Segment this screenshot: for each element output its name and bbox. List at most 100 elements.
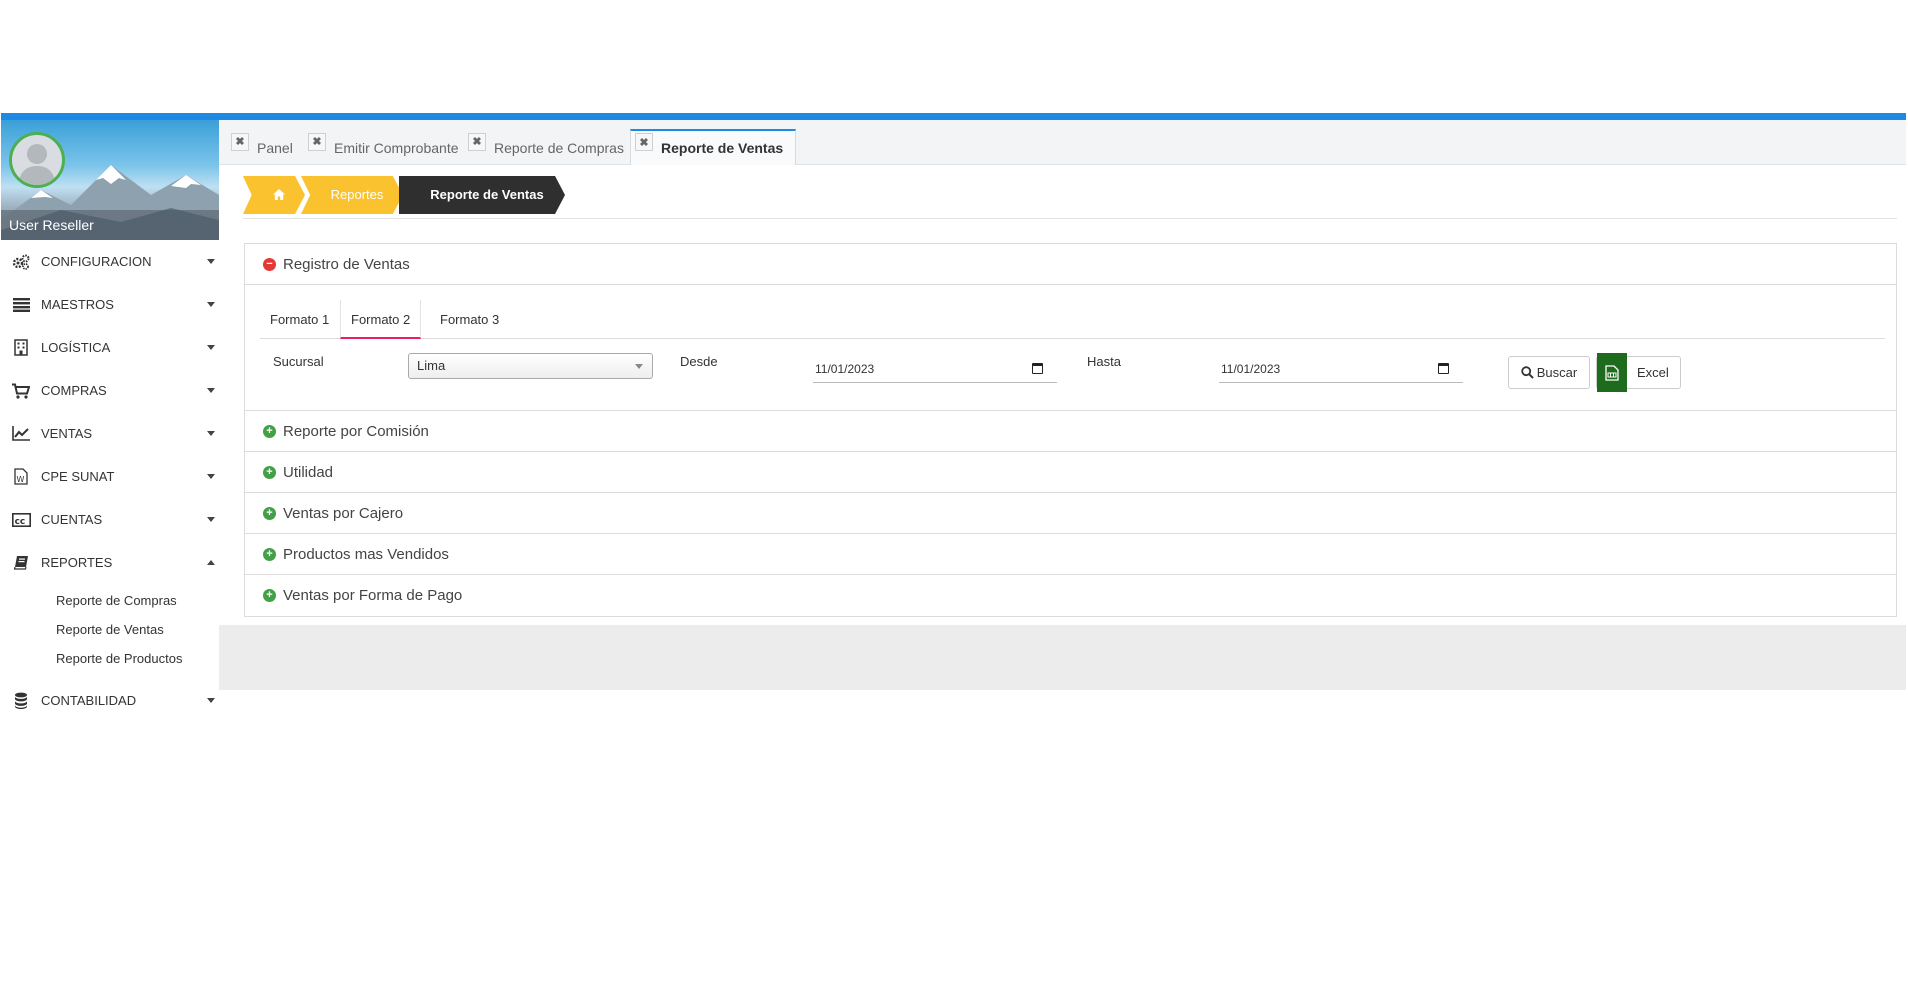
sidebar-item-ventas[interactable]: VENTAS (1, 412, 219, 455)
accordion-title: Ventas por Cajero (283, 504, 404, 522)
tab-formato-3[interactable]: Formato 3 (430, 300, 509, 339)
sidebar-menu: CONFIGURACION MAESTROS LOGÍSTICA COMPRAS… (1, 240, 219, 584)
close-icon[interactable]: ✖ (635, 133, 653, 151)
sidebar-item-contabilidad[interactable]: CONTABILIDAD (1, 679, 219, 722)
breadcrumb-current: Reporte de Ventas (399, 176, 565, 214)
home-icon (273, 189, 285, 200)
chevron-down-icon (207, 474, 215, 479)
desde-date-input[interactable]: 11/01/2023 (813, 355, 1057, 383)
accordion-title: Utilidad (283, 463, 334, 481)
buscar-button[interactable]: Buscar (1508, 356, 1590, 389)
report-accordion: − Registro de Ventas Formato 1 Formato 2… (244, 243, 1897, 617)
bars-icon (11, 296, 31, 314)
breadcrumb-reportes[interactable]: Reportes (301, 176, 403, 214)
chevron-down-icon (207, 345, 215, 350)
content-panel: Reportes Reporte de Ventas − Registro de… (219, 165, 1906, 625)
close-icon[interactable]: ✖ (231, 132, 249, 151)
user-silhouette-icon (18, 144, 56, 185)
buscar-label: Buscar (1536, 365, 1578, 380)
accordion-header-reporte-comision[interactable]: + Reporte por Comisión (245, 411, 1896, 452)
sidebar-item-cpe-sunat[interactable]: W CPE SUNAT (1, 455, 219, 498)
chevron-down-icon (635, 364, 643, 369)
cart-icon (11, 382, 31, 400)
chevron-down-icon (207, 302, 215, 307)
sidebar-item-label: VENTAS (41, 426, 93, 441)
svg-text:W: W (17, 475, 25, 484)
sucursal-selected-value: Lima (417, 358, 446, 373)
submenu-item-reporte-compras[interactable]: Reporte de Compras (1, 586, 219, 615)
cc-icon: cc (11, 511, 31, 529)
chevron-down-icon (207, 698, 215, 703)
sidebar-item-logistica[interactable]: LOGÍSTICA (1, 326, 219, 369)
sidebar-item-maestros[interactable]: MAESTROS (1, 283, 219, 326)
sidebar-item-label: CUENTAS (41, 512, 103, 527)
submenu-item-reporte-productos[interactable]: Reporte de Productos (1, 644, 219, 673)
profile-header: User Reseller (1, 120, 219, 240)
accordion-header-productos-vendidos[interactable]: + Productos mas Vendidos (245, 534, 1896, 575)
accordion-header-registro-ventas[interactable]: − Registro de Ventas (245, 244, 1896, 285)
accordion-header-forma-pago[interactable]: + Ventas por Forma de Pago (245, 575, 1896, 616)
tab-label: Emitir Comprobante (334, 139, 459, 156)
tab-formato-2[interactable]: Formato 2 (340, 300, 422, 339)
desde-label: Desde (680, 354, 718, 369)
excel-file-icon (1597, 353, 1627, 392)
database-icon (11, 692, 31, 710)
tab-panel[interactable]: ✖ Panel (231, 130, 293, 165)
sidebar-menu-bottom: CONTABILIDAD (1, 679, 219, 722)
tab-formato-1[interactable]: Formato 1 (260, 300, 339, 339)
close-icon[interactable]: ✖ (308, 132, 326, 151)
line-chart-icon (11, 425, 31, 443)
tab-emitir-comprobante[interactable]: ✖ Emitir Comprobante (308, 130, 459, 165)
sidebar-item-label: REPORTES (41, 555, 113, 570)
chevron-down-icon (207, 388, 215, 393)
registro-ventas-body: Formato 1 Formato 2 Formato 3 Sucursal L… (245, 285, 1896, 411)
plus-circle-icon: + (263, 589, 276, 602)
chevron-down-icon (207, 431, 215, 436)
sidebar-item-compras[interactable]: COMPRAS (1, 369, 219, 412)
sidebar-item-label: CPE SUNAT (41, 469, 115, 484)
excel-button[interactable]: Excel (1596, 353, 1681, 392)
reportes-submenu: Reporte de Compras Reporte de Ventas Rep… (1, 584, 219, 679)
sidebar-item-configuracion[interactable]: CONFIGURACION (1, 240, 219, 283)
sucursal-select[interactable]: Lima (408, 353, 653, 379)
divider (243, 218, 1897, 219)
calendar-icon[interactable] (1438, 363, 1449, 374)
search-icon (1521, 366, 1534, 379)
accordion-header-utilidad[interactable]: + Utilidad (245, 452, 1896, 493)
top-accent-bar (1, 113, 1906, 120)
format-tabs: Formato 1 Formato 2 Formato 3 (260, 300, 1885, 339)
accordion-title: Productos mas Vendidos (283, 545, 449, 563)
accordion-header-ventas-cajero[interactable]: + Ventas por Cajero (245, 493, 1896, 534)
hasta-label: Hasta (1087, 354, 1121, 369)
sidebar-item-label: MAESTROS (41, 297, 114, 312)
plus-circle-icon: + (263, 465, 276, 479)
minus-circle-icon: − (263, 257, 276, 271)
accordion-title: Reporte por Comisión (283, 422, 429, 440)
tabs-bar: ✖ Panel ✖ Emitir Comprobante ✖ Reporte d… (219, 120, 1906, 165)
chevron-down-icon (207, 259, 215, 264)
tab-label: Reporte de Compras (494, 139, 624, 156)
submenu-item-reporte-ventas[interactable]: Reporte de Ventas (1, 615, 219, 644)
chevron-up-icon (207, 560, 215, 565)
tab-reporte-compras[interactable]: ✖ Reporte de Compras (468, 130, 624, 165)
tab-label: Reporte de Ventas (661, 140, 784, 156)
tab-reporte-ventas[interactable]: ✖ Reporte de Ventas (630, 129, 797, 165)
calendar-icon[interactable] (1032, 363, 1043, 374)
sidebar-item-label: LOGÍSTICA (41, 340, 111, 355)
excel-label: Excel (1637, 365, 1669, 380)
svg-text:cc: cc (14, 516, 25, 526)
hasta-date-input[interactable]: 11/01/2023 (1219, 355, 1463, 383)
gears-icon (11, 253, 31, 271)
building-icon (11, 339, 31, 357)
sidebar-item-reportes[interactable]: REPORTES (1, 541, 219, 584)
app-frame: User Reseller CONFIGURACION MAESTROS LOG… (1, 120, 1906, 720)
word-file-icon: W (11, 468, 31, 486)
sidebar-item-label: CONTABILIDAD (41, 693, 137, 708)
close-icon[interactable]: ✖ (468, 132, 486, 151)
avatar[interactable] (9, 132, 65, 188)
sidebar-item-cuentas[interactable]: cc CUENTAS (1, 498, 219, 541)
breadcrumb-home[interactable] (243, 176, 305, 214)
desde-value: 11/01/2023 (815, 362, 875, 376)
username: User Reseller (1, 210, 219, 240)
hasta-value: 11/01/2023 (1221, 362, 1281, 376)
